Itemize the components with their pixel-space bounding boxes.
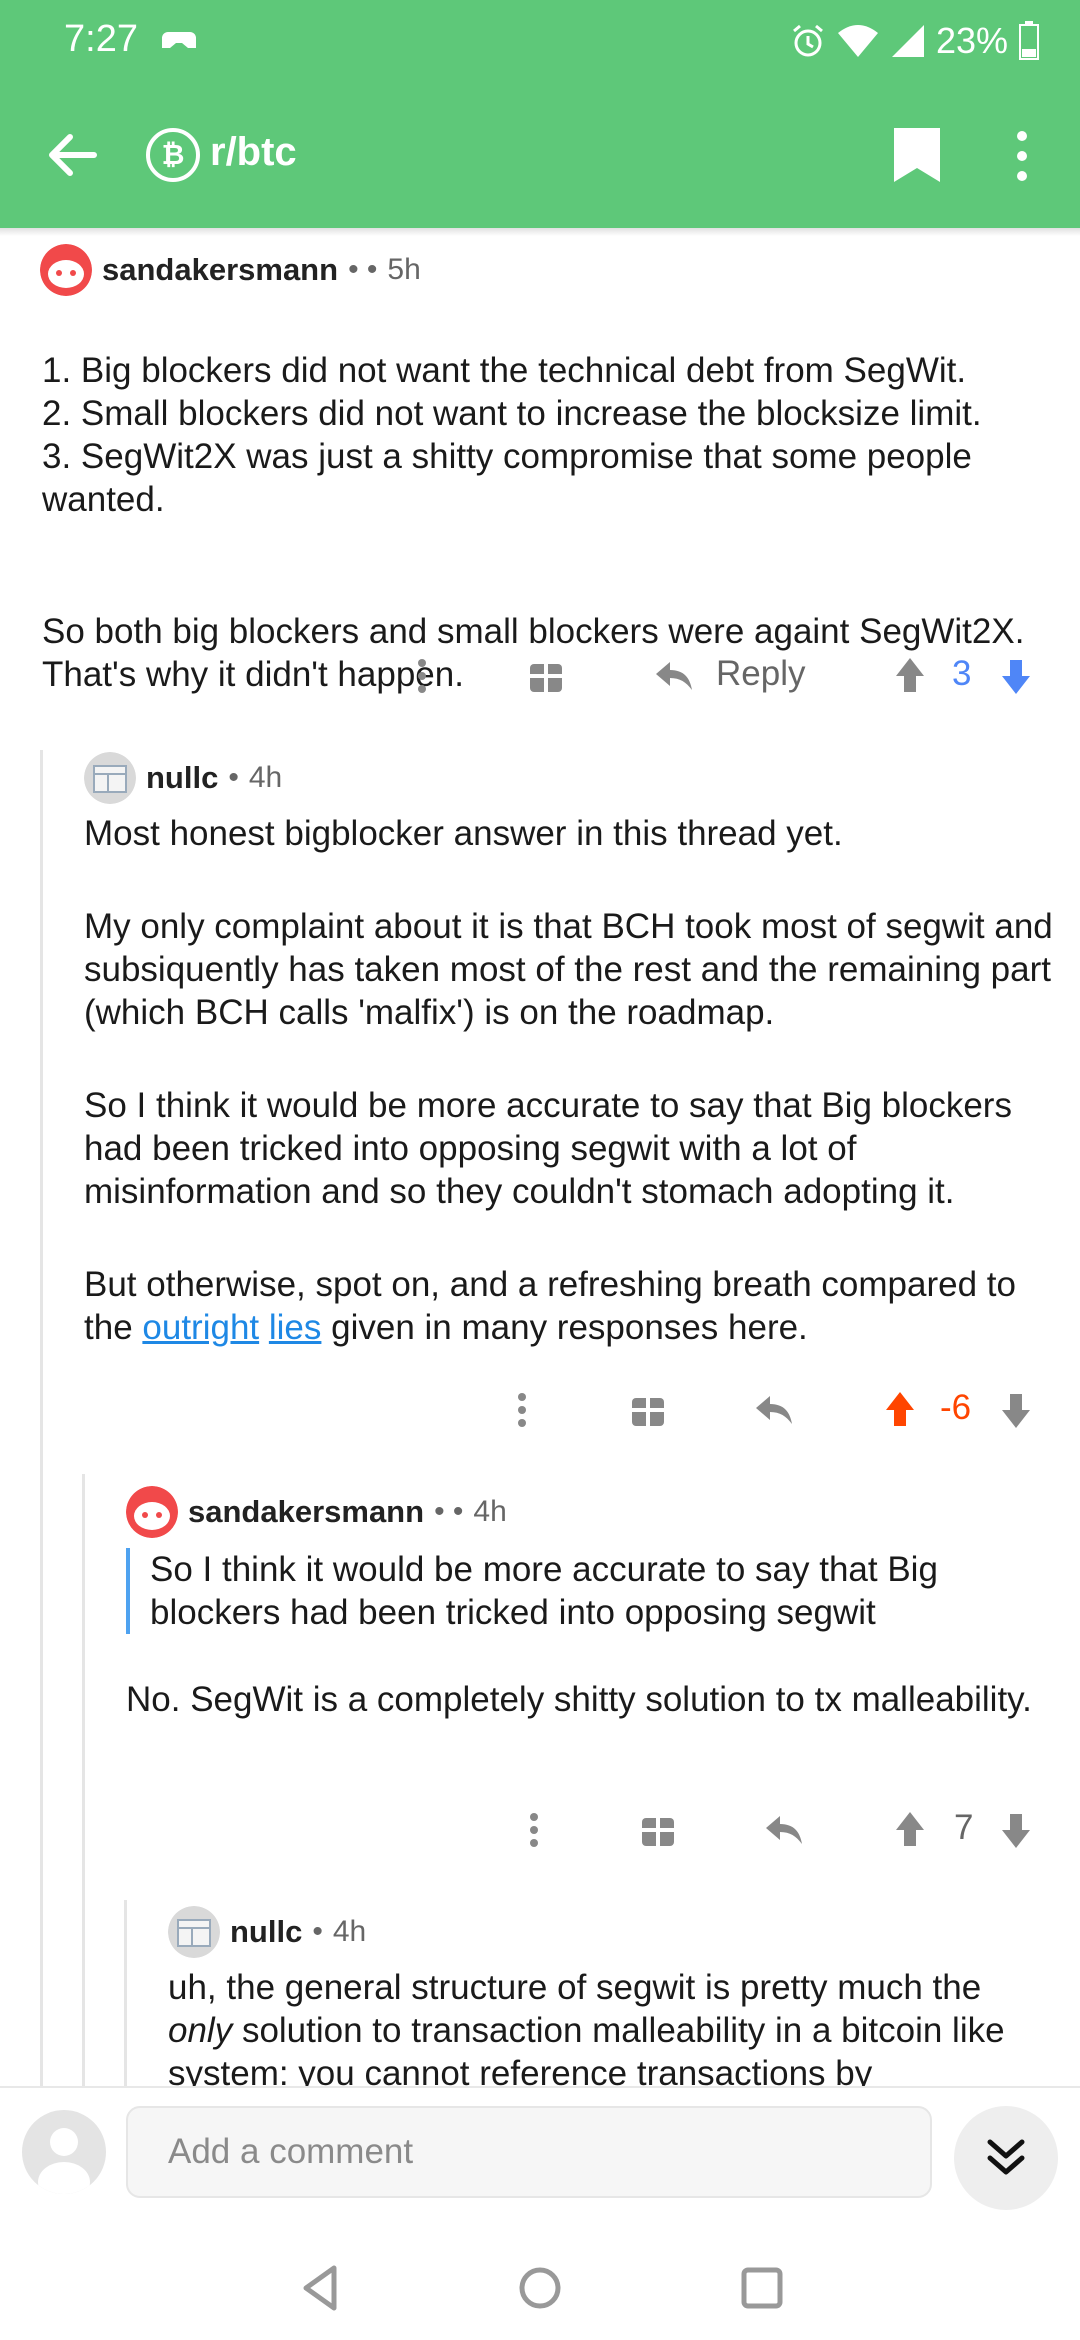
battery-percent: 23% — [935, 20, 1008, 61]
downvote-icon[interactable] — [998, 1380, 1034, 1440]
avatar[interactable] — [40, 244, 92, 296]
separator-dot: • • — [434, 1495, 464, 1528]
reply-icon[interactable] — [764, 1800, 804, 1860]
upvote-icon[interactable] — [892, 1800, 928, 1860]
separator-dot: • — [312, 1915, 323, 1948]
nav-home-icon[interactable] — [510, 2258, 570, 2318]
app-header: 7:27 23% ₿ r/btc — [0, 0, 1080, 228]
more-options-icon[interactable] — [512, 1380, 532, 1440]
thread-line[interactable] — [40, 750, 43, 2086]
link-lies[interactable]: lies — [269, 1308, 322, 1347]
header-shadow — [0, 228, 1080, 236]
comment-paragraph: So I think it would be more accurate to … — [84, 1086, 1012, 1211]
avatar[interactable] — [168, 1906, 220, 1958]
status-time: 7:27 — [64, 18, 138, 60]
comment-paragraph: 1. Big blockers did not want the technic… — [42, 351, 982, 519]
comment-body: So I think it would be more accurate to … — [126, 1548, 1046, 1721]
reply-icon[interactable] — [654, 646, 694, 706]
nav-recents-icon[interactable] — [732, 2258, 792, 2318]
avatar[interactable] — [84, 752, 136, 804]
comment-header: sandakersmann • • 5h — [40, 244, 421, 296]
status-bar: 7:27 23% — [0, 0, 1080, 84]
comment-age: 4h — [473, 1495, 507, 1528]
more-options-icon[interactable] — [1000, 124, 1044, 188]
comment-actions: 7 — [510, 1800, 1060, 1860]
comment-paragraph: My only complaint about it is that BCH t… — [84, 907, 1053, 1032]
downvote-icon[interactable] — [998, 1800, 1034, 1860]
thread-line[interactable] — [124, 1900, 127, 2086]
comment-actions: -6 — [500, 1380, 1060, 1440]
bitcoin-icon[interactable]: ₿ — [146, 128, 200, 182]
comment-paragraph: But otherwise, spot on, and a refreshing… — [84, 1263, 1064, 1349]
nav-back-icon[interactable] — [292, 2258, 352, 2318]
more-options-icon[interactable] — [412, 646, 432, 706]
reply-icon[interactable] — [754, 1380, 794, 1440]
quoted-text: So I think it would be more accurate to … — [126, 1548, 1046, 1634]
comment-header: nullc • 4h — [84, 752, 282, 804]
user-silhouette-icon — [38, 2128, 90, 2194]
comment-score: 7 — [954, 1808, 974, 1847]
app-bar: ₿ r/btc — [0, 100, 1080, 210]
add-comment-input[interactable]: Add a comment — [126, 2106, 932, 2198]
separator-dot: • — [228, 761, 239, 794]
double-chevron-down-icon — [987, 2139, 1025, 2175]
comment-age: 4h — [332, 1915, 367, 1948]
comment-author[interactable]: nullc — [230, 1914, 302, 1950]
user-avatar[interactable] — [22, 2110, 106, 2194]
thread-line[interactable] — [82, 1474, 85, 2086]
more-options-icon[interactable] — [524, 1800, 544, 1860]
battery-icon — [1019, 21, 1039, 60]
bookmark-icon[interactable] — [884, 122, 950, 188]
emphasis-text: only — [168, 2011, 233, 2050]
alarm-icon — [792, 24, 823, 57]
paragraph-text: given in many responses here. — [321, 1308, 808, 1347]
comment-body: uh, the general structure of segwit is p… — [168, 1966, 1048, 2086]
comment-paragraph: No. SegWit is a completely shitty soluti… — [126, 1680, 1032, 1719]
wifi-icon — [837, 25, 878, 57]
upvote-icon[interactable] — [892, 646, 928, 706]
jump-to-next-button[interactable] — [954, 2106, 1058, 2210]
comment-age: 5h — [387, 253, 421, 286]
link-outright[interactable]: outright — [142, 1308, 259, 1347]
comment-header: sandakersmann • • 4h — [126, 1486, 507, 1538]
paragraph-text: solution to transaction malleability in … — [168, 2011, 1005, 2086]
comment-score: -6 — [940, 1388, 972, 1427]
comment-header: nullc • 4h — [168, 1906, 366, 1958]
comment-composer: Add a comment — [0, 2086, 1080, 2238]
separator-dot: • • — [348, 253, 378, 286]
comment-author[interactable]: sandakersmann — [188, 1494, 424, 1530]
comment-score: 3 — [952, 654, 972, 693]
comment-author[interactable]: sandakersmann — [102, 252, 338, 288]
status-icons: 23% — [790, 16, 1040, 66]
signal-icon — [891, 25, 924, 57]
gift-icon[interactable] — [640, 1800, 676, 1860]
paragraph-text: uh, the general structure of segwit is p… — [168, 1968, 982, 2007]
gift-icon[interactable] — [630, 1380, 666, 1440]
comment-actions: Reply 3 — [400, 646, 1060, 706]
avatar[interactable] — [126, 1486, 178, 1538]
subreddit-name[interactable]: r/btc — [210, 130, 297, 175]
comment-age: 4h — [248, 761, 283, 794]
back-arrow-icon[interactable] — [40, 122, 106, 188]
reply-button[interactable]: Reply — [716, 654, 805, 694]
downvote-icon[interactable] — [998, 646, 1034, 706]
upvote-icon[interactable] — [882, 1380, 918, 1440]
game-controller-icon — [162, 32, 196, 48]
gift-icon[interactable] — [528, 646, 564, 706]
system-nav-bar — [0, 2236, 1080, 2340]
comment-body: Most honest bigblocker answer in this th… — [84, 812, 1064, 1349]
comment-paragraph: Most honest bigblocker answer in this th… — [84, 814, 843, 853]
comment-author[interactable]: nullc — [146, 760, 218, 796]
